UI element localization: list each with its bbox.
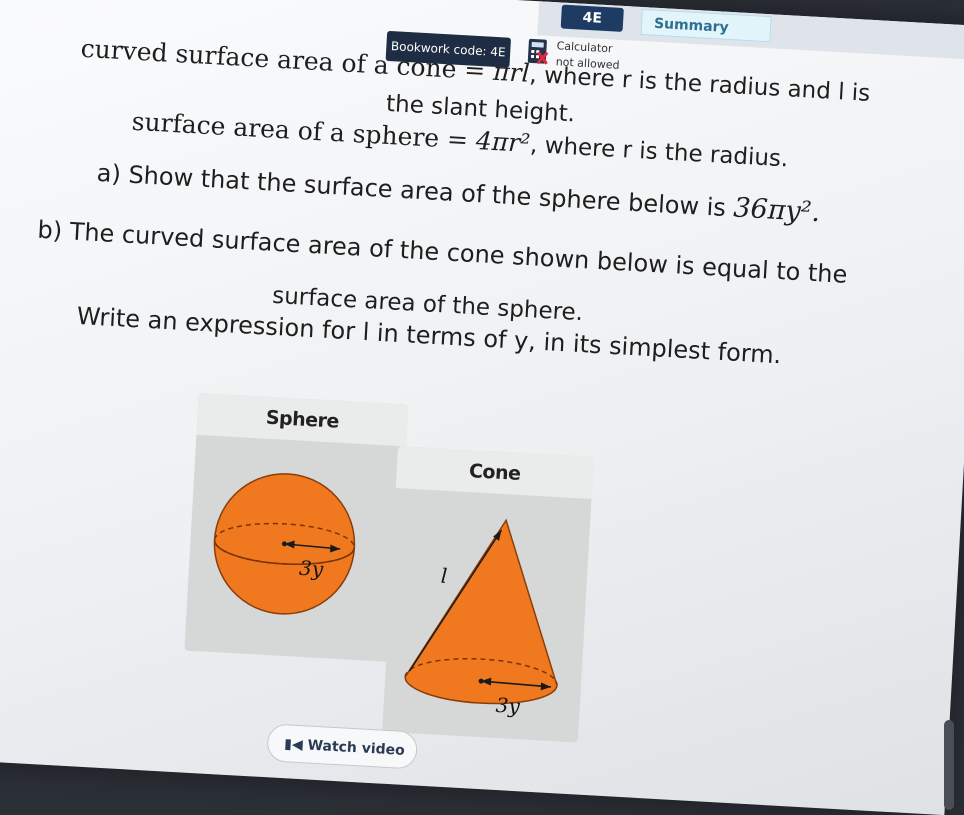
tab-4e[interactable]: 4E xyxy=(560,4,624,32)
part-b-line1: b) The curved surface area of the cone s… xyxy=(36,215,849,289)
sphere-radius-label: 3y xyxy=(298,556,324,581)
sphere-panel: Sphere 3y xyxy=(184,392,409,663)
cone-radius-label: 3y xyxy=(495,693,521,718)
cone-formula-math: πrl xyxy=(492,56,531,88)
video-icon: ▮◀ xyxy=(283,736,304,754)
cone-panel: Cone l 3y xyxy=(382,446,594,743)
cone-slant-label: l xyxy=(440,564,448,588)
sphere-formula-math: 4πr² xyxy=(475,125,531,158)
watch-video-label: Watch video xyxy=(307,737,406,759)
sphere-formula-post: , where r is the radius. xyxy=(529,132,789,173)
scrollbar-thumb[interactable] xyxy=(944,720,954,810)
watch-video-button[interactable]: ▮◀ Watch video xyxy=(266,723,419,770)
part-a-math: 36πy². xyxy=(732,192,821,229)
sphere-diagram: 3y xyxy=(213,473,356,615)
part-a-text: a) Show that the surface area of the sph… xyxy=(96,158,735,223)
screen: 4E Summary Bookwork code: 4E Calculator … xyxy=(0,0,964,815)
cone-diagram: l 3y xyxy=(404,518,558,718)
cone-formula-post: , where r is the radius and l is xyxy=(528,61,871,107)
